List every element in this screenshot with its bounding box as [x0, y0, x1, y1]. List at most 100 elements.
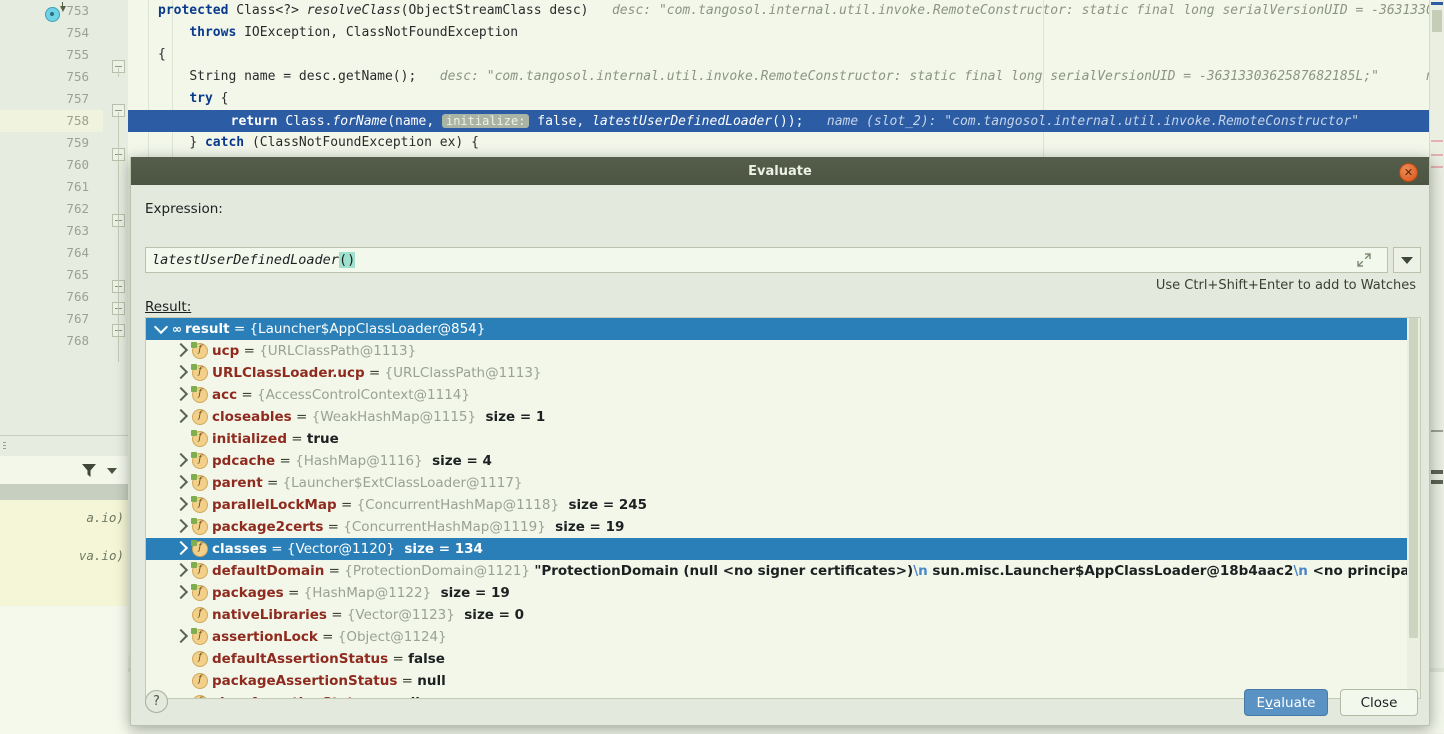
expression-history-dropdown[interactable] — [1393, 247, 1421, 273]
tree-row[interactable]: ucp = {URLClassPath@1113} — [146, 340, 1420, 362]
code-line[interactable]: return Class.forName(name, initialize: f… — [158, 110, 1444, 132]
result-tree-scroll-thumb[interactable] — [1409, 318, 1418, 638]
tree-node-type: {ConcurrentHashMap@1118} — [356, 497, 560, 513]
code-line[interactable]: protected Class<?> resolveClass(ObjectSt… — [148, 0, 1444, 22]
frame-item[interactable]: va.io) — [79, 548, 124, 563]
tree-row[interactable]: initialized = true — [146, 428, 1420, 450]
tree-row[interactable]: pdcache = {HashMap@1116} size = 4 — [146, 450, 1420, 472]
tree-row[interactable]: packageAssertionStatus = null — [146, 670, 1420, 692]
frame-item[interactable]: a.io) — [86, 510, 124, 525]
help-button[interactable]: ? — [145, 690, 168, 713]
tree-row[interactable]: defaultAssertionStatus = false — [146, 648, 1420, 670]
result-tree-scrollbar[interactable] — [1407, 318, 1420, 698]
chevron-right-icon[interactable] — [170, 582, 192, 604]
frames-toolbar[interactable] — [0, 436, 128, 457]
chevron-right-icon[interactable] — [170, 450, 192, 472]
chevron-right-icon[interactable] — [170, 538, 192, 560]
tree-equals: = — [229, 321, 250, 337]
tree-row[interactable]: nativeLibraries = {Vector@1123} size = 0 — [146, 604, 1420, 626]
editor-scroll-thumb[interactable] — [1432, 10, 1442, 32]
tree-row[interactable]: ∞ result = {Launcher$AppClassLoader@854} — [146, 318, 1420, 340]
chevron-right-icon[interactable] — [170, 516, 192, 538]
tree-node-value: false — [408, 651, 445, 667]
line-number: 759 — [66, 135, 89, 150]
fold-line — [118, 112, 119, 362]
result-tree-rows[interactable]: ∞result = {Launcher$AppClassLoader@854}u… — [146, 318, 1420, 698]
chevron-right-icon[interactable] — [170, 626, 192, 648]
frames-list-empty — [0, 606, 128, 734]
dialog-titlebar: Evaluate ✕ — [131, 157, 1429, 185]
tree-row[interactable]: defaultDomain = {ProtectionDomain@1121} … — [146, 560, 1420, 582]
scroll-marker-info — [1431, 470, 1443, 474]
tree-row[interactable]: classAssertionStatus = null — [146, 692, 1420, 698]
tree-row[interactable]: assertionLock = {Object@1124} — [146, 626, 1420, 648]
chevron-right-icon[interactable] — [170, 560, 192, 582]
tree-equals: = — [323, 519, 344, 535]
line-number: 768 — [66, 333, 89, 348]
chevron-right-icon[interactable] — [170, 472, 192, 494]
tree-node-value: true — [306, 431, 339, 447]
fold-line — [118, 68, 119, 77]
tree-row[interactable]: parallelLockMap = {ConcurrentHashMap@111… — [146, 494, 1420, 516]
chevron-down-icon[interactable] — [150, 318, 172, 340]
debug-frames-panel[interactable]: a.io) va.io) — [0, 435, 128, 734]
evaluate-button[interactable]: Evaluate — [1244, 689, 1328, 716]
chevron-right-icon[interactable] — [170, 494, 192, 516]
frames-header — [0, 484, 128, 500]
line-number: 755 — [66, 47, 89, 62]
code-line[interactable]: { — [148, 44, 1444, 66]
field-final-icon — [191, 496, 208, 513]
field-final-icon — [191, 364, 208, 381]
field-icon — [192, 673, 208, 689]
field-icon — [192, 695, 208, 698]
result-tree[interactable]: ∞result = {Launcher$AppClassLoader@854}u… — [145, 317, 1421, 699]
frames-list[interactable]: a.io) va.io) — [0, 500, 128, 606]
tree-node-name: acc — [212, 387, 238, 403]
code-line[interactable]: try { — [148, 88, 1444, 110]
expression-input[interactable]: latestUserDefinedLoader() — [145, 247, 1388, 273]
chevron-right-icon[interactable] — [170, 406, 192, 428]
tree-node-type: {Launcher$ExtClassLoader@1117} — [282, 475, 523, 491]
tree-row[interactable]: acc = {AccessControlContext@1114} — [146, 384, 1420, 406]
chevron-down-icon[interactable] — [107, 468, 117, 474]
code-line[interactable]: throws IOException, ClassNotFoundExcepti… — [148, 22, 1444, 44]
scroll-marker-current — [1431, 2, 1443, 5]
tree-node-name: classAssertionStatus — [212, 695, 372, 698]
chevron-right-icon[interactable] — [170, 340, 192, 362]
scroll-marker-error — [1431, 166, 1443, 168]
tree-row[interactable]: parent = {Launcher$ExtClassLoader@1117} — [146, 472, 1420, 494]
code-line[interactable]: String name = desc.getName(); desc: "com… — [148, 66, 1444, 88]
tree-row[interactable]: packages = {HashMap@1122} size = 19 — [146, 582, 1420, 604]
drag-handle-icon[interactable] — [3, 442, 6, 451]
filter-icon[interactable] — [82, 464, 96, 477]
field-final-icon — [191, 452, 208, 469]
tree-node-size: size = 19 — [545, 519, 625, 535]
scroll-marker-info — [1431, 480, 1443, 484]
close-icon[interactable]: ✕ — [1399, 163, 1418, 182]
expression-text: latestUserDefinedLoader() — [152, 252, 356, 268]
code-line[interactable]: } catch (ClassNotFoundException ex) { — [148, 132, 1444, 154]
tree-row[interactable]: package2certs = {ConcurrentHashMap@1119}… — [146, 516, 1420, 538]
expand-editor-icon[interactable] — [1342, 249, 1386, 271]
line-number: 763 — [66, 223, 89, 238]
chevron-right-icon[interactable] — [170, 362, 192, 384]
line-number: 758 — [66, 113, 89, 128]
method-override-icon[interactable] — [45, 7, 60, 22]
field-final-icon — [191, 474, 208, 491]
tree-row[interactable]: URLClassLoader.ucp = {URLClassPath@1113} — [146, 362, 1420, 384]
chevron-right-icon[interactable] — [170, 384, 192, 406]
editor-scrollbar[interactable] — [1429, 0, 1444, 672]
tree-node-type: {HashMap@1116} — [295, 453, 423, 469]
tree-node-size: size = 19 — [431, 585, 510, 601]
tree-equals: = — [267, 541, 287, 557]
evaluate-dialog[interactable]: Evaluate ✕ Expression: latestUserDefined… — [130, 157, 1430, 726]
tree-row[interactable]: closeables = {WeakHashMap@1115} size = 1 — [146, 406, 1420, 428]
result-label: Result: — [145, 299, 192, 315]
tree-node-string: "ProtectionDomain (null <no signer certi… — [534, 563, 1420, 579]
line-number: 757 — [66, 91, 89, 106]
scroll-marker-info — [1431, 430, 1443, 432]
close-button[interactable]: Close — [1340, 689, 1418, 716]
scroll-marker-error — [1431, 140, 1443, 142]
tree-node-name: defaultDomain — [212, 563, 325, 579]
tree-row[interactable]: classes = {Vector@1120} size = 134 — [146, 538, 1420, 560]
